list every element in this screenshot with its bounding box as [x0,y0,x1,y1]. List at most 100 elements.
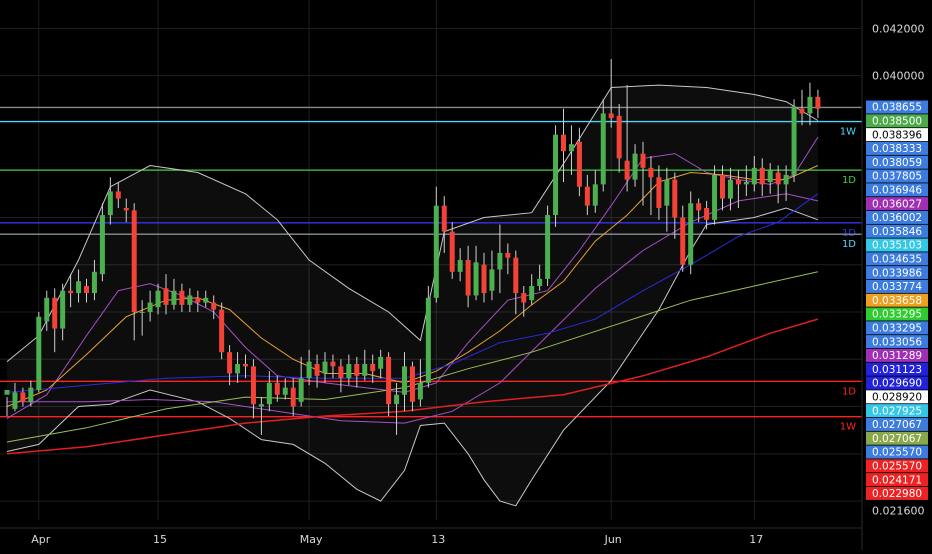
candle-body [195,297,201,303]
candle-body [362,364,368,376]
price-label: 0.035103 [866,238,928,252]
candle-body [203,297,209,303]
x-tick-label: 17 [749,533,763,546]
chart-canvas[interactable]: 1W1D1D1D1D1W0.0420000.0400000.0216000.03… [0,0,932,550]
candle-body [4,390,10,395]
candle [545,205,551,286]
candle-body [664,179,670,206]
candle-body [306,361,312,379]
candle-body [274,382,280,395]
candle-body [235,364,241,374]
candle-body [417,382,423,400]
candle-body [640,153,646,168]
price-label-text: 0.036946 [872,185,922,197]
candle-body [632,153,638,180]
price-label: 0.033658 [866,293,928,307]
price-label-text: 0.027067 [872,419,922,431]
price-label: 0.033295 [866,321,928,335]
candle-body [346,364,352,379]
candle-body [568,144,574,152]
x-tick-label: 13 [431,533,445,546]
candle-body [370,364,376,372]
candle-body [465,260,471,296]
candle-body [521,293,527,303]
price-label-text: 0.038059 [872,157,922,169]
candle-body [115,191,121,199]
candle-body [107,191,113,216]
candle-body [28,387,34,402]
candle-body [163,288,169,305]
price-label: 0.033295 [866,307,928,321]
candle-body [815,96,821,109]
y-tick-label: 0.040000 [872,70,925,83]
candle-body [20,392,26,402]
price-label-text: 0.022980 [872,488,922,500]
price-label: 0.027067 [866,431,928,445]
x-tick-label: 15 [153,533,167,546]
price-label-text: 0.033295 [872,323,922,335]
candle-body [712,174,718,220]
candle-body [497,252,503,270]
candle-body [44,297,50,322]
price-chart[interactable]: 1W 1D 1D 1D 1D 1W 0.042000 0.040000 0.021600 0.03… [0,0,932,550]
candle-body [449,231,455,272]
candle-body [322,361,328,374]
candle-body [266,382,272,405]
candle-body [91,271,97,294]
candle-body [648,167,654,178]
price-label-text: 0.035103 [872,240,922,252]
candle-body [799,108,805,114]
price-label: 0.037805 [866,169,928,183]
candle-body [735,179,741,185]
candle-body [147,302,153,312]
candle-body [290,387,296,407]
candle-body [386,356,392,405]
price-label-text: 0.031123 [872,364,922,376]
price-label: 0.027925 [866,404,928,417]
price-label: 0.033986 [866,266,928,279]
candle-body [696,203,702,211]
price-label-text: 0.025570 [872,447,922,459]
price-label-text: 0.034635 [872,254,922,266]
candle-body [576,141,582,187]
price-label-text: 0.033774 [872,281,922,293]
x-tick-label: May [300,533,323,546]
candle-body [243,364,248,367]
candle-body [123,208,129,211]
candle-body [537,278,543,286]
candle [553,125,559,227]
price-label: 0.035846 [866,224,928,238]
candle-body [402,366,407,395]
candle-body [473,262,479,296]
price-label-text: 0.025570 [872,461,922,473]
candle-body [179,290,185,305]
x-tick-label: Apr [31,533,51,546]
candle-body [743,182,749,185]
price-label-text: 0.036027 [872,198,922,210]
candle-body [783,174,789,185]
price-label: 0.038059 [866,155,928,169]
candle [36,312,42,393]
candle-body [807,96,813,114]
candle-body [553,134,559,216]
y-tick-label: 0.042000 [872,22,925,35]
candle-body [656,177,662,208]
candle-body [171,290,177,305]
candle-body [457,260,463,272]
price-label-text: 0.031289 [872,350,922,362]
candle-body [545,215,551,279]
level-line-label: 1D [842,228,856,239]
candle-body [282,387,288,395]
level-line-label: 1D [842,239,856,250]
y-tick-label: 0.021600 [872,505,925,518]
candle-body [409,366,415,402]
candle-body [791,106,797,175]
candle-body [298,378,304,402]
price-labels: 0.038655 0.0385000.038396 0.038333 0.038059… [866,100,928,500]
level-line-label: 1W [840,422,856,433]
candle-body [330,361,336,367]
level-line-label: 1D [842,175,856,186]
candle [791,99,797,182]
price-label-text: 0.033658 [872,295,922,307]
candle-body [227,352,233,374]
